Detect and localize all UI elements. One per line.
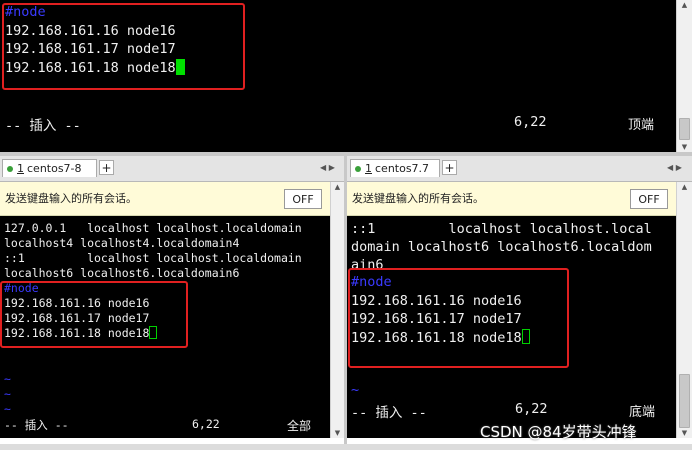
add-tab-button[interactable]: +: [442, 160, 457, 175]
send-all-off-button[interactable]: OFF: [630, 189, 668, 209]
status-scroll: 顶端: [628, 118, 655, 133]
tab-number: 1: [365, 162, 372, 175]
status-position: 6,22: [514, 114, 547, 130]
tab-nav-icon[interactable]: ◀ ▶: [667, 163, 682, 172]
empty-line-tilde: ~: [4, 402, 11, 416]
send-all-off-button[interactable]: OFF: [284, 189, 322, 209]
empty-line-tilde: ~: [4, 372, 11, 386]
status-mode: -- 插入 --: [351, 405, 427, 421]
scroll-down-icon[interactable]: ▼: [677, 142, 692, 152]
highlight-box: [348, 268, 569, 368]
scroll-thumb[interactable]: [679, 118, 690, 140]
tab-centos7-8[interactable]: 1 centos7-8: [2, 159, 97, 177]
scroll-up-icon[interactable]: ▲: [331, 182, 344, 192]
right-tabbar: 1 centos7.7 + ◀ ▶: [347, 156, 692, 182]
tab-nav-icon[interactable]: ◀ ▶: [320, 163, 335, 172]
status-position: 6,22: [192, 417, 220, 431]
empty-line-tilde: ~: [4, 387, 11, 401]
highlight-box: [2, 3, 245, 90]
host-line: localhost6 localhost6.localdomain6: [4, 266, 240, 280]
status-dot-icon: [7, 165, 13, 172]
scroll-down-icon[interactable]: ▼: [677, 428, 692, 438]
status-scroll: 底端: [629, 405, 656, 420]
send-all-label: 发送键盘输入的所有会话。: [5, 192, 137, 205]
right-send-bar: 发送键盘输入的所有会话。 OFF: [347, 182, 676, 216]
left-send-bar: 发送键盘输入的所有会话。 OFF: [0, 182, 330, 216]
tab-number: 1: [17, 162, 24, 175]
tab-label: centos7-8: [27, 162, 82, 175]
host-line: ::1 localhost localhost.localdomain: [4, 251, 302, 265]
send-all-label: 发送键盘输入的所有会话。: [352, 192, 484, 205]
scroll-up-icon[interactable]: ▲: [677, 182, 692, 192]
status-position: 6,22: [515, 401, 548, 417]
scroll-up-icon[interactable]: ▲: [677, 0, 692, 10]
status-scroll: 全部: [287, 419, 312, 433]
bottom-status-bar: [0, 444, 692, 450]
status-mode: -- 插入 --: [5, 118, 81, 134]
status-dot-icon: [355, 165, 361, 172]
host-line: ::1 localhost localhost.local: [351, 221, 652, 237]
highlight-box: [0, 281, 188, 348]
tab-centos7-7[interactable]: 1 centos7.7: [350, 159, 440, 177]
status-mode: -- 插入 --: [4, 418, 69, 432]
empty-line-tilde: ~: [351, 382, 360, 398]
right-scrollbar[interactable]: ▲ ▼: [676, 182, 692, 438]
left-tabbar: 1 centos7-8 + ◀ ▶: [0, 156, 344, 182]
scroll-thumb[interactable]: [679, 374, 690, 428]
top-scrollbar[interactable]: ▲ ▼: [676, 0, 692, 152]
tab-label: centos7.7: [375, 162, 430, 175]
csdn-watermark: CSDN @84岁带头冲锋: [480, 423, 637, 441]
host-line: domain localhost6 localhost6.localdom: [351, 239, 652, 255]
host-line: localhost4 localhost4.localdomain4: [4, 236, 240, 250]
host-line: 127.0.0.1 localhost localhost.localdomai…: [4, 221, 302, 235]
scroll-down-icon[interactable]: ▼: [331, 428, 344, 438]
add-tab-button[interactable]: +: [99, 160, 114, 175]
left-scrollbar[interactable]: ▲ ▼: [330, 182, 344, 438]
